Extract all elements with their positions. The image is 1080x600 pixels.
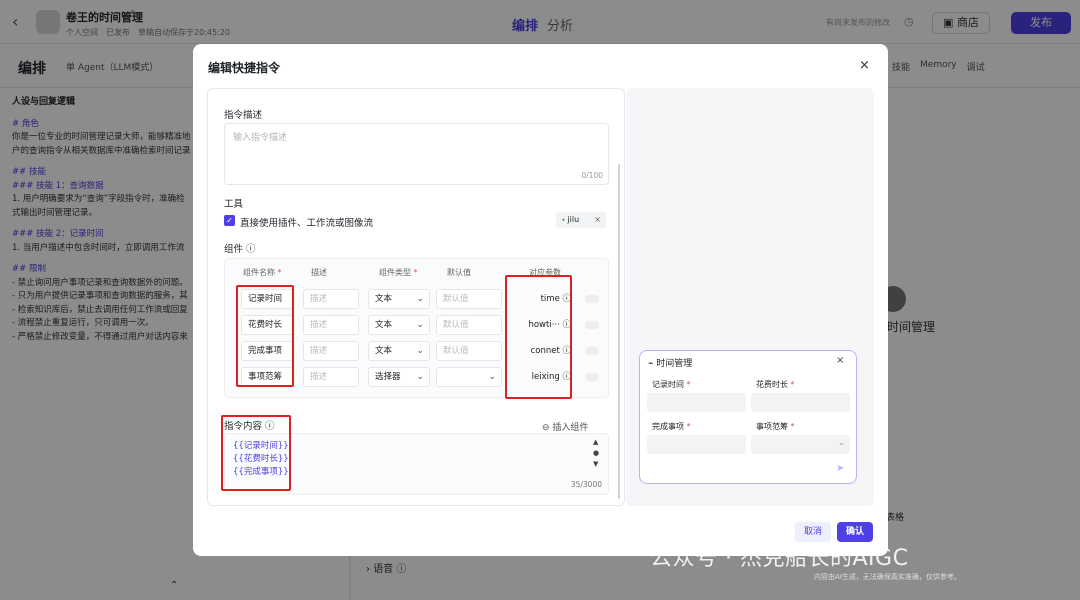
preview-input[interactable] [647,435,746,454]
component-type-select[interactable]: 文本 ⌄ [368,289,430,309]
cancel-button[interactable]: 取消 [795,522,831,542]
header-name-text: 组件名称 [243,268,275,277]
row-toggle[interactable] [585,347,599,355]
modal-title: 编辑快捷指令 [208,61,281,75]
preview-field-text: 花费时长 [756,380,788,389]
confirm-button[interactable]: 确认 [837,522,873,542]
chevron-down-icon: ⌄ [416,372,424,382]
preview-field-text: 事项范筹 [756,422,788,431]
preview-card: ⌁ 时间管理 × 记录时间 * 花费时长 * 完成事项 * 事项范筹 * ⌄ ➤ [639,350,857,484]
row-toggle[interactable] [585,295,599,303]
type-value: 文本 [375,320,393,330]
tool-chip-label: jilu [567,215,580,224]
watermark-note: 内容由AI生成，无法确保真实准确，仅供参考。 [814,573,961,581]
header-default: 默认值 [447,268,471,277]
shortcut-form: asdad 指令描述 输入指令描述 0/100 工具 ✓ 直接使用插件、工作流或… [207,88,625,506]
component-desc-input[interactable]: 描述 [303,367,359,387]
required-mark: * [686,380,691,389]
tools-label: 工具 [224,199,244,210]
component-desc-input[interactable]: 描述 [303,341,359,361]
preview-input[interactable] [751,393,850,412]
highlight-params [505,275,572,399]
scroll-up-icon[interactable]: ▲ [593,438,598,446]
chevron-down-icon: ⌄ [416,294,424,304]
preview-field-text: 记录时间 [652,380,684,389]
component-type-select[interactable]: 文本 ⌄ [368,315,430,335]
preview-input[interactable] [647,393,746,412]
component-type-select[interactable]: 文本 ⌄ [368,341,430,361]
chevron-down-icon: ⌄ [488,372,496,382]
header-type-text: 组件类型 [379,268,411,277]
form-scrollbar[interactable] [618,164,620,499]
preview-field-label: 事项范筹 * [756,421,795,432]
workflow-icon: ⬩ [562,215,565,224]
send-icon[interactable]: ➤ [836,463,844,474]
desc-placeholder: 输入指令描述 [233,133,288,143]
required-mark: * [790,422,795,431]
header-desc: 描述 [311,268,327,277]
component-desc-input[interactable]: 描述 [303,315,359,335]
chevron-down-icon: ⌄ [416,320,424,330]
close-icon[interactable]: × [836,355,844,366]
watermark: 公众号 · 杰克船长的AIGC [650,546,909,571]
header-name: 组件名称 * [243,267,282,278]
preview-select[interactable]: ⌄ [751,435,850,454]
preview-title-text: 时间管理 [656,359,693,369]
row-toggle[interactable] [585,373,599,381]
default-value-input[interactable]: 默认值 [436,315,502,335]
default-value-input[interactable]: 默认值 [436,341,502,361]
default-value-input[interactable]: 默认值 [436,289,502,309]
type-value: 文本 [375,346,393,356]
component-type-select[interactable]: 选择器 ⌄ [368,367,430,387]
required-mark: * [277,268,282,277]
insert-component-button[interactable]: ⊖ 插入组件 [542,420,588,433]
component-desc-input[interactable]: 描述 [303,289,359,309]
use-tools-checkbox[interactable]: ✓ [224,215,235,226]
required-mark: * [686,422,691,431]
highlight-content [221,415,291,491]
default-value-select[interactable]: ⌄ [436,367,502,387]
tool-chip: ⬩ jilu × [556,212,606,228]
desc-count: 0/100 [581,171,603,180]
scroll-down-icon[interactable]: ▼ [593,460,598,468]
type-value: 选择器 [375,372,401,382]
components-label: 组件 ⓘ [224,244,256,255]
use-tools-label: 直接使用插件、工作流或图像流 [240,218,374,229]
preview-field-label: 记录时间 * [652,379,691,390]
row-toggle[interactable] [585,321,599,329]
scroll-dot-icon: ● [593,449,600,457]
close-icon[interactable]: × [859,58,870,73]
desc-textarea[interactable]: 输入指令描述 0/100 [224,123,609,185]
preview-field-label: 花费时长 * [756,379,795,390]
highlight-names [236,285,294,387]
required-mark: * [413,268,418,277]
required-mark: * [790,380,795,389]
edit-shortcut-modal: 编辑快捷指令 × asdad 指令描述 输入指令描述 0/100 工具 ✓ 直接… [193,44,888,556]
content-count: 35/3000 [570,480,602,489]
shortcut-name-value: asdad [224,89,251,92]
chevron-down-icon: ⌄ [838,438,845,447]
remove-tool-icon[interactable]: × [594,212,601,228]
preview-title: ⌁ 时间管理 [648,359,693,369]
preview-field-text: 完成事项 [652,422,684,431]
preview-field-label: 完成事项 * [652,421,691,432]
header-type: 组件类型 * [379,267,418,278]
desc-label: 指令描述 [224,110,263,121]
type-value: 文本 [375,294,393,304]
chevron-down-icon: ⌄ [416,346,424,356]
